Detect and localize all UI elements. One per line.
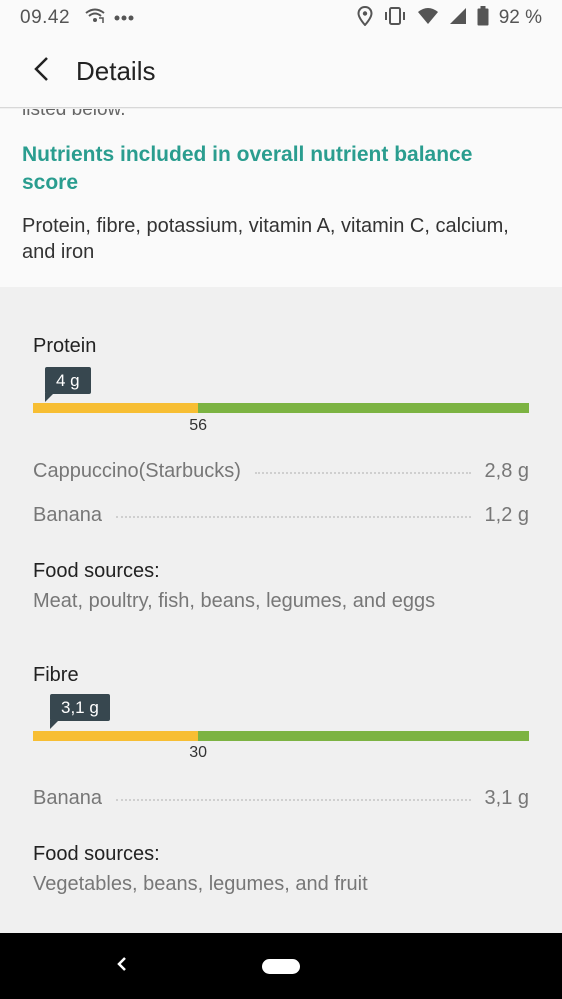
food-sources-label: Food sources:: [33, 843, 160, 865]
status-time: 09.42: [20, 7, 71, 28]
food-sources-label: Food sources:: [33, 560, 160, 582]
nav-back-icon: [116, 955, 128, 978]
nutrient-name: Fibre: [33, 664, 79, 686]
status-bar: 09.42 92 %: [0, 0, 562, 36]
food-sources-text: Meat, poultry, fish, beans, legumes, and…: [33, 590, 436, 612]
wifi-calling-icon: [84, 8, 106, 29]
signal-icon: [449, 7, 467, 30]
food-amount: 1,2 g: [484, 503, 529, 526]
reference-value: 56: [189, 417, 208, 434]
food-amount: 3,1 g: [484, 786, 529, 809]
nav-back-button[interactable]: [112, 954, 132, 978]
truncated-text: listed below.: [22, 109, 126, 120]
dotted-leader: [115, 516, 471, 518]
location-icon: [357, 5, 373, 31]
vibrate-icon: [383, 6, 407, 31]
more-notifications-icon: [114, 9, 136, 27]
arrow-back-icon: [33, 56, 51, 87]
battery-icon: [477, 5, 489, 31]
food-row[interactable]: Cappuccino(Starbucks) 2,8 g: [33, 458, 529, 484]
nutrient-progress-bar: [33, 731, 529, 741]
nutrient-balance-info: listed below. Nutrients included in over…: [0, 109, 562, 287]
nutrients-list: Protein, fibre, potassium, vitamin A, vi…: [22, 215, 509, 263]
battery-percentage: 92 %: [498, 7, 542, 28]
food-row[interactable]: Banana 1,2 g: [33, 502, 529, 528]
food-row[interactable]: Banana 3,1 g: [33, 785, 529, 811]
bar-below-target: [33, 403, 199, 413]
app-bar: Details: [0, 36, 562, 108]
food-amount: 2,8 g: [484, 459, 529, 482]
amount-tooltip: 4 g: [45, 367, 91, 402]
bar-above-target: [198, 403, 529, 413]
nav-home-button[interactable]: [262, 959, 300, 974]
nutrient-name: Protein: [33, 335, 97, 357]
nutrient-progress-bar: [33, 403, 529, 413]
page-title: Details: [76, 56, 156, 86]
dotted-leader: [254, 472, 471, 474]
food-name: Cappuccino(Starbucks): [33, 459, 241, 482]
bar-above-target: [198, 731, 529, 741]
nutrient-section-fibre: Fibre 3,1 g 30 Banana 3,1 g Food sources…: [33, 617, 529, 917]
food-sources-text: Vegetables, beans, legumes, and fruit: [33, 873, 368, 895]
wifi-icon: [417, 7, 439, 30]
food-name: Banana: [33, 503, 102, 526]
amount-tooltip: 3,1 g: [50, 694, 110, 729]
food-name: Banana: [33, 786, 102, 809]
reference-value: 30: [189, 744, 208, 761]
dotted-leader: [115, 799, 471, 801]
system-navigation-bar: [0, 933, 562, 999]
back-button[interactable]: [12, 36, 72, 108]
nutrients-heading: Nutrients included in overall nutrient b…: [22, 143, 473, 194]
nutrient-section-protein: Protein 4 g 56 Cappuccino(Starbucks) 2,8…: [33, 287, 529, 617]
bar-below-target: [33, 731, 199, 741]
